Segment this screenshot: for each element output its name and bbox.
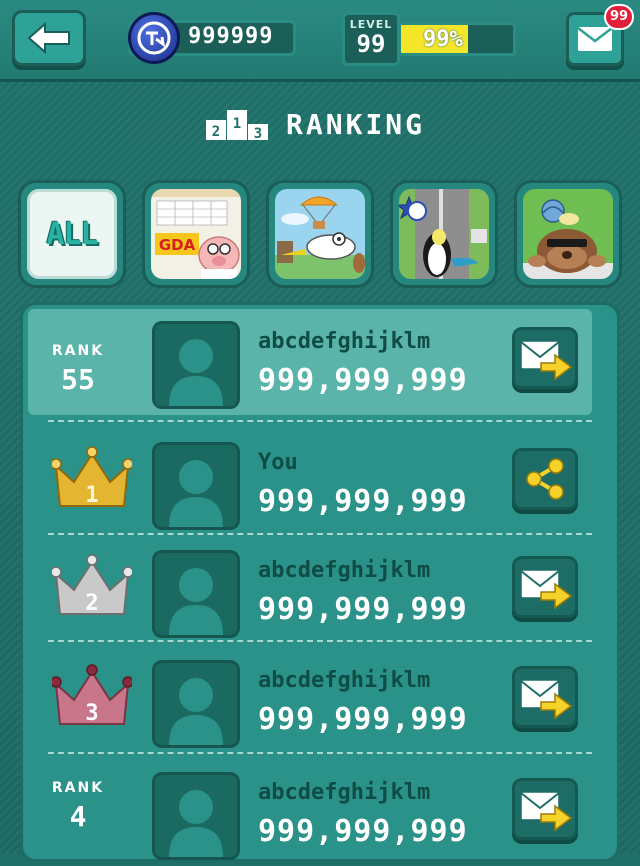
rank-label: RANK bbox=[51, 780, 105, 796]
mail-count-badge: 99 bbox=[604, 4, 634, 30]
level-value: 99 bbox=[356, 30, 386, 58]
podium-label-1: 1 bbox=[233, 116, 241, 132]
ranking-row-1[interactable]: 1 You 999,999,999 bbox=[28, 430, 592, 536]
silver-crown-icon: 2 bbox=[52, 554, 132, 616]
send-mail-button[interactable] bbox=[512, 556, 578, 618]
rank-cell: 3 bbox=[28, 648, 152, 754]
rank-number: 55 bbox=[61, 363, 95, 396]
player-name: abcdefghijklm bbox=[258, 668, 431, 693]
level-progress-bar: 99% bbox=[398, 22, 516, 56]
tab-game-penguin[interactable] bbox=[390, 180, 498, 288]
row-divider bbox=[48, 533, 592, 535]
row-divider bbox=[48, 640, 592, 642]
svg-text:GDA: GDA bbox=[159, 236, 196, 254]
share-icon bbox=[526, 458, 564, 500]
ranking-row-2[interactable]: 2 abcdefghijklm 999,999,999 bbox=[28, 538, 592, 644]
coin-icon bbox=[128, 12, 180, 64]
envelope-icon bbox=[577, 27, 613, 51]
podium-label-2: 2 bbox=[212, 124, 220, 140]
row-divider bbox=[48, 420, 592, 422]
send-mail-icon bbox=[520, 679, 573, 720]
person-silhouette-icon bbox=[169, 678, 223, 745]
level-badge: LEVEL 99 bbox=[342, 12, 400, 66]
podium-icon: 2 1 3 bbox=[206, 110, 268, 142]
back-button[interactable] bbox=[12, 10, 86, 66]
podium-label-3: 3 bbox=[254, 126, 262, 142]
player-name: You bbox=[258, 450, 298, 475]
top-bar bbox=[0, 0, 640, 82]
avatar bbox=[152, 660, 240, 748]
player-score: 999,999,999 bbox=[258, 484, 468, 519]
send-mail-button[interactable] bbox=[512, 666, 578, 728]
parachute-bird-game-icon bbox=[275, 189, 365, 279]
ranking-row-4[interactable]: RANK 4 abcdefghijklm 999,999,999 bbox=[28, 760, 592, 866]
player-score: 999,999,999 bbox=[258, 363, 468, 398]
rank-cell: 2 bbox=[28, 538, 152, 644]
person-silhouette-icon bbox=[169, 339, 223, 406]
ranking-row-self[interactable]: RANK 55 abcdefghijklm 999,999,999 bbox=[28, 309, 592, 415]
crown-rank-number: 3 bbox=[85, 701, 98, 726]
crown-rank-number: 2 bbox=[85, 591, 98, 616]
person-silhouette-icon bbox=[169, 790, 223, 857]
tab-all[interactable]: ALL bbox=[18, 180, 126, 288]
tab-game-mole[interactable] bbox=[514, 180, 622, 288]
gda-pig-game-icon: GDA bbox=[151, 189, 241, 279]
tab-game-gda[interactable]: GDA bbox=[142, 180, 250, 288]
send-mail-button[interactable] bbox=[512, 327, 578, 389]
avatar bbox=[152, 772, 240, 860]
rank-cell: 1 bbox=[28, 430, 152, 536]
page-title: RANKING bbox=[286, 108, 426, 141]
crown-rank-number: 1 bbox=[85, 483, 98, 508]
gold-crown-icon: 1 bbox=[52, 446, 132, 508]
send-mail-icon bbox=[520, 569, 573, 610]
penguin-road-game-icon bbox=[399, 189, 489, 279]
share-button[interactable] bbox=[512, 448, 578, 510]
avatar bbox=[152, 442, 240, 530]
ranking-row-3[interactable]: 3 abcdefghijklm 999,999,999 bbox=[28, 648, 592, 754]
row-divider bbox=[48, 752, 592, 754]
coin-amount: 999999 bbox=[188, 24, 274, 49]
player-score: 999,999,999 bbox=[258, 814, 468, 849]
back-arrow-icon bbox=[27, 22, 70, 54]
send-mail-button[interactable] bbox=[512, 778, 578, 840]
bronze-crown-icon: 3 bbox=[52, 664, 132, 726]
player-score: 999,999,999 bbox=[258, 592, 468, 627]
tab-game-parachute[interactable] bbox=[266, 180, 374, 288]
rank-label: RANK bbox=[51, 343, 105, 359]
send-mail-icon bbox=[520, 340, 573, 381]
tab-all-label: ALL bbox=[46, 216, 98, 252]
avatar bbox=[152, 321, 240, 409]
send-mail-icon bbox=[520, 791, 573, 832]
avatar bbox=[152, 550, 240, 638]
game-filter-tabs: ALL GDA bbox=[18, 180, 628, 288]
mole-snail-game-icon bbox=[523, 189, 613, 279]
player-name: abcdefghijklm bbox=[258, 558, 431, 583]
player-name: abcdefghijklm bbox=[258, 780, 431, 805]
rank-cell: RANK 55 bbox=[28, 309, 152, 415]
person-silhouette-icon bbox=[169, 460, 223, 527]
rank-number: 4 bbox=[69, 800, 87, 833]
person-silhouette-icon bbox=[169, 568, 223, 635]
player-name: abcdefghijklm bbox=[258, 329, 431, 354]
player-score: 999,999,999 bbox=[258, 702, 468, 737]
rank-cell: RANK 4 bbox=[28, 760, 152, 866]
level-progress-text: 99% bbox=[423, 27, 463, 52]
